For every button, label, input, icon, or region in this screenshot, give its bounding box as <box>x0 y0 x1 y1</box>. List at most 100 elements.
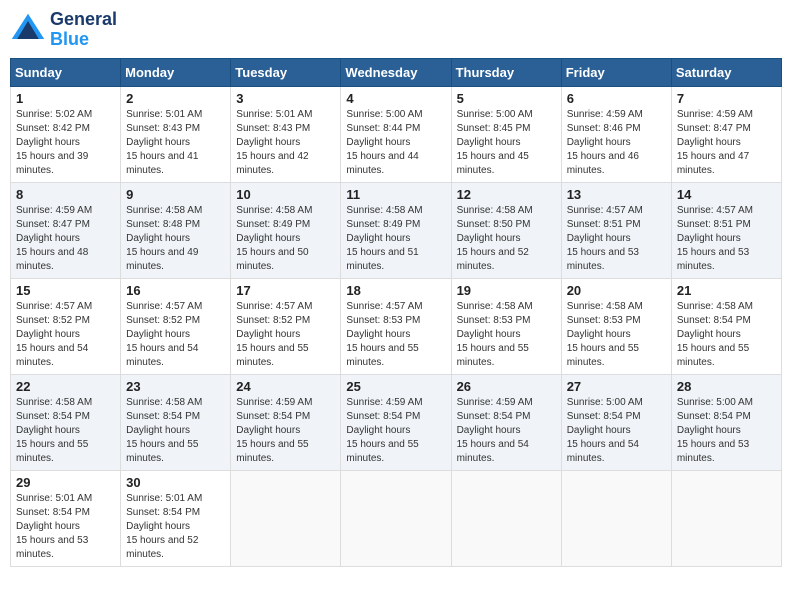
day-number: 28 <box>677 379 776 394</box>
day-info: Sunrise: 4:58 AM Sunset: 8:50 PM Dayligh… <box>457 204 556 274</box>
weekday-header-tuesday: Tuesday <box>231 58 341 86</box>
calendar-header: SundayMondayTuesdayWednesdayThursdayFrid… <box>11 58 782 86</box>
day-info: Sunrise: 4:57 AM Sunset: 8:51 PM Dayligh… <box>677 204 776 274</box>
calendar-cell: 14 Sunrise: 4:57 AM Sunset: 8:51 PM Dayl… <box>671 182 781 278</box>
logo-text: General Blue <box>50 10 117 50</box>
page-header: General Blue <box>10 10 782 50</box>
day-number: 25 <box>346 379 445 394</box>
day-number: 30 <box>126 475 225 490</box>
calendar-week-4: 22 Sunrise: 4:58 AM Sunset: 8:54 PM Dayl… <box>11 374 782 470</box>
day-info: Sunrise: 4:58 AM Sunset: 8:53 PM Dayligh… <box>457 300 556 370</box>
calendar-cell: 18 Sunrise: 4:57 AM Sunset: 8:53 PM Dayl… <box>341 278 451 374</box>
logo: General Blue <box>10 10 117 50</box>
weekday-header-thursday: Thursday <box>451 58 561 86</box>
day-number: 14 <box>677 187 776 202</box>
calendar-cell: 6 Sunrise: 4:59 AM Sunset: 8:46 PM Dayli… <box>561 86 671 182</box>
day-info: Sunrise: 5:00 AM Sunset: 8:45 PM Dayligh… <box>457 108 556 178</box>
calendar-cell: 29 Sunrise: 5:01 AM Sunset: 8:54 PM Dayl… <box>11 470 121 566</box>
day-info: Sunrise: 5:00 AM Sunset: 8:54 PM Dayligh… <box>567 396 666 466</box>
calendar-cell: 24 Sunrise: 4:59 AM Sunset: 8:54 PM Dayl… <box>231 374 341 470</box>
day-info: Sunrise: 4:59 AM Sunset: 8:54 PM Dayligh… <box>346 396 445 466</box>
day-info: Sunrise: 4:58 AM Sunset: 8:49 PM Dayligh… <box>236 204 335 274</box>
day-info: Sunrise: 5:00 AM Sunset: 8:44 PM Dayligh… <box>346 108 445 178</box>
day-info: Sunrise: 5:01 AM Sunset: 8:54 PM Dayligh… <box>16 492 115 562</box>
day-info: Sunrise: 5:01 AM Sunset: 8:54 PM Dayligh… <box>126 492 225 562</box>
day-info: Sunrise: 4:58 AM Sunset: 8:54 PM Dayligh… <box>126 396 225 466</box>
calendar-cell: 16 Sunrise: 4:57 AM Sunset: 8:52 PM Dayl… <box>121 278 231 374</box>
calendar-cell: 13 Sunrise: 4:57 AM Sunset: 8:51 PM Dayl… <box>561 182 671 278</box>
weekday-header-friday: Friday <box>561 58 671 86</box>
calendar-cell: 4 Sunrise: 5:00 AM Sunset: 8:44 PM Dayli… <box>341 86 451 182</box>
calendar-cell: 26 Sunrise: 4:59 AM Sunset: 8:54 PM Dayl… <box>451 374 561 470</box>
calendar-cell: 20 Sunrise: 4:58 AM Sunset: 8:53 PM Dayl… <box>561 278 671 374</box>
day-info: Sunrise: 4:57 AM Sunset: 8:52 PM Dayligh… <box>126 300 225 370</box>
day-info: Sunrise: 4:59 AM Sunset: 8:54 PM Dayligh… <box>236 396 335 466</box>
calendar-cell <box>341 470 451 566</box>
calendar-week-5: 29 Sunrise: 5:01 AM Sunset: 8:54 PM Dayl… <box>11 470 782 566</box>
calendar-cell: 17 Sunrise: 4:57 AM Sunset: 8:52 PM Dayl… <box>231 278 341 374</box>
calendar-cell: 19 Sunrise: 4:58 AM Sunset: 8:53 PM Dayl… <box>451 278 561 374</box>
calendar-cell: 9 Sunrise: 4:58 AM Sunset: 8:48 PM Dayli… <box>121 182 231 278</box>
calendar-table: SundayMondayTuesdayWednesdayThursdayFrid… <box>10 58 782 567</box>
day-info: Sunrise: 4:57 AM Sunset: 8:53 PM Dayligh… <box>346 300 445 370</box>
day-number: 6 <box>567 91 666 106</box>
day-number: 10 <box>236 187 335 202</box>
day-number: 3 <box>236 91 335 106</box>
day-number: 16 <box>126 283 225 298</box>
calendar-body: 1 Sunrise: 5:02 AM Sunset: 8:42 PM Dayli… <box>11 86 782 566</box>
calendar-cell: 12 Sunrise: 4:58 AM Sunset: 8:50 PM Dayl… <box>451 182 561 278</box>
logo-icon <box>10 12 46 48</box>
day-info: Sunrise: 4:58 AM Sunset: 8:53 PM Dayligh… <box>567 300 666 370</box>
day-info: Sunrise: 5:02 AM Sunset: 8:42 PM Dayligh… <box>16 108 115 178</box>
day-info: Sunrise: 5:01 AM Sunset: 8:43 PM Dayligh… <box>126 108 225 178</box>
day-info: Sunrise: 4:59 AM Sunset: 8:47 PM Dayligh… <box>16 204 115 274</box>
day-number: 26 <box>457 379 556 394</box>
calendar-cell: 25 Sunrise: 4:59 AM Sunset: 8:54 PM Dayl… <box>341 374 451 470</box>
calendar-cell: 22 Sunrise: 4:58 AM Sunset: 8:54 PM Dayl… <box>11 374 121 470</box>
day-number: 4 <box>346 91 445 106</box>
calendar-cell <box>231 470 341 566</box>
calendar-cell: 28 Sunrise: 5:00 AM Sunset: 8:54 PM Dayl… <box>671 374 781 470</box>
day-number: 5 <box>457 91 556 106</box>
day-number: 24 <box>236 379 335 394</box>
calendar-cell: 1 Sunrise: 5:02 AM Sunset: 8:42 PM Dayli… <box>11 86 121 182</box>
day-info: Sunrise: 5:00 AM Sunset: 8:54 PM Dayligh… <box>677 396 776 466</box>
day-info: Sunrise: 4:59 AM Sunset: 8:47 PM Dayligh… <box>677 108 776 178</box>
calendar-cell: 10 Sunrise: 4:58 AM Sunset: 8:49 PM Dayl… <box>231 182 341 278</box>
calendar-cell: 2 Sunrise: 5:01 AM Sunset: 8:43 PM Dayli… <box>121 86 231 182</box>
day-number: 7 <box>677 91 776 106</box>
calendar-week-2: 8 Sunrise: 4:59 AM Sunset: 8:47 PM Dayli… <box>11 182 782 278</box>
day-number: 29 <box>16 475 115 490</box>
day-info: Sunrise: 5:01 AM Sunset: 8:43 PM Dayligh… <box>236 108 335 178</box>
day-number: 17 <box>236 283 335 298</box>
calendar-cell <box>451 470 561 566</box>
calendar-cell: 8 Sunrise: 4:59 AM Sunset: 8:47 PM Dayli… <box>11 182 121 278</box>
day-info: Sunrise: 4:58 AM Sunset: 8:49 PM Dayligh… <box>346 204 445 274</box>
day-number: 19 <box>457 283 556 298</box>
day-number: 23 <box>126 379 225 394</box>
calendar-cell: 7 Sunrise: 4:59 AM Sunset: 8:47 PM Dayli… <box>671 86 781 182</box>
calendar-cell <box>671 470 781 566</box>
calendar-cell: 21 Sunrise: 4:58 AM Sunset: 8:54 PM Dayl… <box>671 278 781 374</box>
calendar-week-1: 1 Sunrise: 5:02 AM Sunset: 8:42 PM Dayli… <box>11 86 782 182</box>
day-info: Sunrise: 4:58 AM Sunset: 8:54 PM Dayligh… <box>16 396 115 466</box>
day-info: Sunrise: 4:58 AM Sunset: 8:54 PM Dayligh… <box>677 300 776 370</box>
day-number: 22 <box>16 379 115 394</box>
day-number: 13 <box>567 187 666 202</box>
calendar-cell: 15 Sunrise: 4:57 AM Sunset: 8:52 PM Dayl… <box>11 278 121 374</box>
day-number: 8 <box>16 187 115 202</box>
calendar-cell: 30 Sunrise: 5:01 AM Sunset: 8:54 PM Dayl… <box>121 470 231 566</box>
day-number: 9 <box>126 187 225 202</box>
calendar-week-3: 15 Sunrise: 4:57 AM Sunset: 8:52 PM Dayl… <box>11 278 782 374</box>
day-number: 21 <box>677 283 776 298</box>
calendar-cell: 27 Sunrise: 5:00 AM Sunset: 8:54 PM Dayl… <box>561 374 671 470</box>
day-number: 11 <box>346 187 445 202</box>
calendar-cell: 23 Sunrise: 4:58 AM Sunset: 8:54 PM Dayl… <box>121 374 231 470</box>
day-number: 27 <box>567 379 666 394</box>
calendar-cell: 3 Sunrise: 5:01 AM Sunset: 8:43 PM Dayli… <box>231 86 341 182</box>
day-info: Sunrise: 4:57 AM Sunset: 8:51 PM Dayligh… <box>567 204 666 274</box>
calendar-cell <box>561 470 671 566</box>
day-number: 18 <box>346 283 445 298</box>
day-number: 12 <box>457 187 556 202</box>
calendar-cell: 5 Sunrise: 5:00 AM Sunset: 8:45 PM Dayli… <box>451 86 561 182</box>
